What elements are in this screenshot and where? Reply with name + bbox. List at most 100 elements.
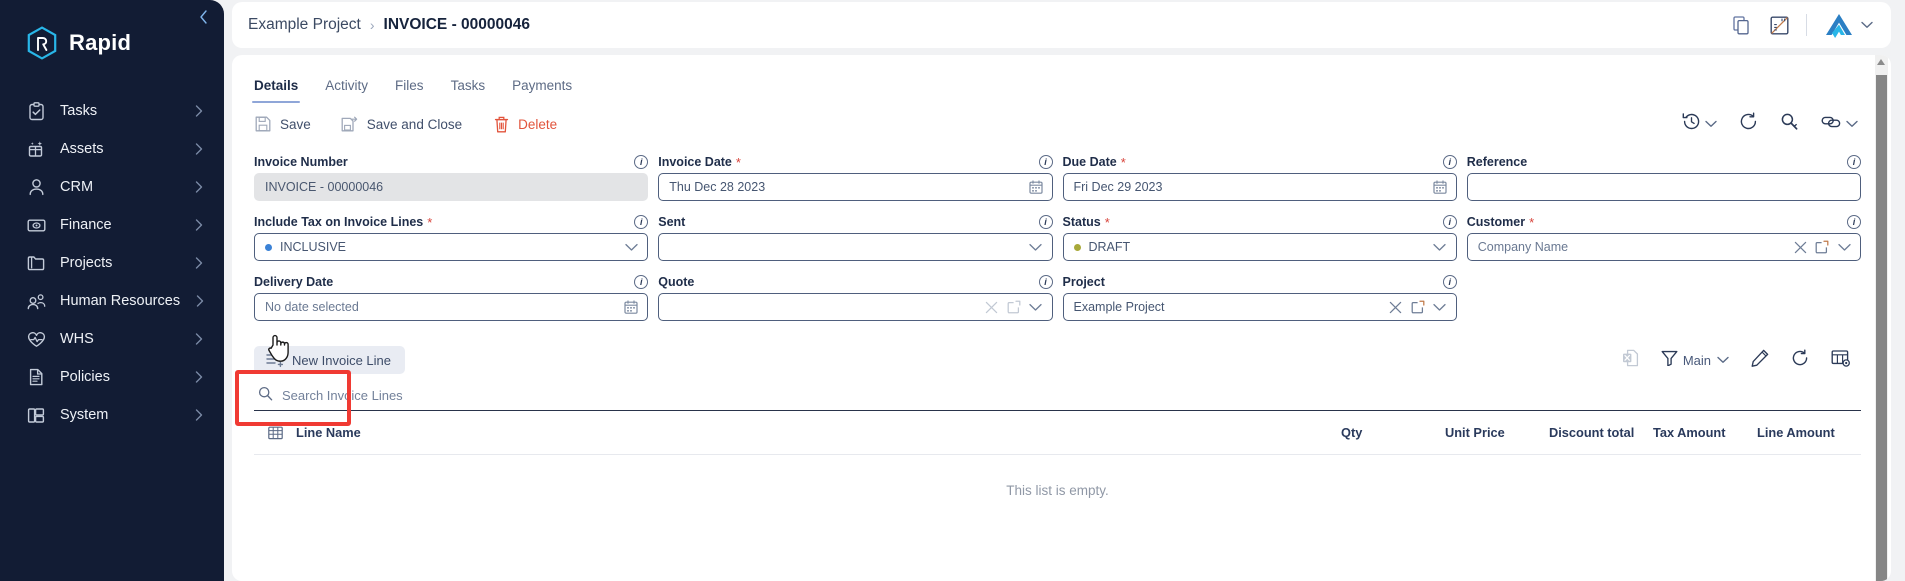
save-and-close-button[interactable]: Save and Close xyxy=(341,115,462,133)
info-icon[interactable]: i xyxy=(1038,275,1053,289)
filter-label: Main xyxy=(1682,352,1711,368)
excel-export-button[interactable] xyxy=(1611,349,1650,372)
column-header-line-name[interactable]: Line Name xyxy=(296,425,1341,440)
key-button[interactable] xyxy=(1769,112,1810,136)
tab-payments[interactable]: Payments xyxy=(512,78,572,103)
edit-button[interactable] xyxy=(1740,349,1780,372)
info-icon[interactable]: i xyxy=(1847,215,1861,229)
info-icon[interactable]: i xyxy=(1442,275,1457,289)
sidebar-item-human-resources[interactable]: Human Resources xyxy=(0,282,224,320)
sent-select[interactable] xyxy=(658,233,1053,261)
sidebar-item-tasks[interactable]: Tasks xyxy=(0,92,224,130)
info-icon[interactable]: i xyxy=(634,275,649,289)
tab-activity[interactable]: Activity xyxy=(325,78,368,103)
chevron-down-icon[interactable] xyxy=(1432,239,1448,255)
open-external-icon[interactable] xyxy=(1814,239,1830,255)
chevron-down-icon[interactable] xyxy=(1028,239,1044,255)
sidebar-item-projects[interactable]: Projects xyxy=(0,244,224,282)
scrollbar-thumb[interactable] xyxy=(1876,75,1887,581)
field-due-date: Due Date * i Fri Dec 29 2023 xyxy=(1062,151,1457,201)
history-button[interactable] xyxy=(1671,112,1728,136)
customer-lookup[interactable]: Company Name xyxy=(1466,233,1861,261)
copy-icon[interactable] xyxy=(1730,14,1752,36)
info-icon[interactable]: i xyxy=(1038,215,1053,229)
delivery-date-input[interactable]: No date selected xyxy=(254,293,649,321)
delete-button[interactable]: Delete xyxy=(492,115,557,133)
chevron-down-icon xyxy=(1845,118,1858,131)
grid-icon[interactable] xyxy=(254,426,296,440)
clear-icon[interactable] xyxy=(1792,239,1808,255)
sidebar-item-system[interactable]: System xyxy=(0,396,224,434)
field-label: Invoice Date xyxy=(658,155,732,169)
reference-input[interactable] xyxy=(1466,173,1861,201)
person-icon xyxy=(26,177,46,197)
info-icon[interactable]: i xyxy=(634,215,649,229)
ruler-pen-icon[interactable] xyxy=(1768,14,1790,36)
sidebar-item-assets[interactable]: Assets xyxy=(0,130,224,168)
search-icon xyxy=(258,386,273,406)
column-header-discount-total[interactable]: Discount total xyxy=(1549,425,1653,440)
calendar-icon[interactable] xyxy=(1028,179,1044,195)
invoice-date-input[interactable]: Thu Dec 28 2023 xyxy=(658,173,1053,201)
chevron-down-icon[interactable] xyxy=(1432,299,1448,315)
avatar[interactable] xyxy=(1823,12,1873,38)
grid-refresh-button[interactable] xyxy=(1780,349,1820,372)
rapid-logo-icon xyxy=(27,26,57,60)
field-label: Project xyxy=(1062,275,1105,289)
info-icon[interactable]: i xyxy=(1038,155,1053,169)
due-date-input[interactable]: Fri Dec 29 2023 xyxy=(1062,173,1457,201)
column-settings-button[interactable] xyxy=(1820,349,1861,372)
breadcrumb-parent[interactable]: Example Project xyxy=(248,16,361,34)
tab-details[interactable]: Details xyxy=(251,78,301,103)
column-header-tax-amount[interactable]: Tax Amount xyxy=(1653,425,1757,440)
vertical-scrollbar[interactable] xyxy=(1875,55,1888,581)
new-invoice-line-button[interactable]: New Invoice Line xyxy=(254,346,405,374)
tab-bar: Details Activity Files Tasks Payments xyxy=(232,65,1891,103)
sidebar-item-finance[interactable]: Finance xyxy=(0,206,224,244)
column-header-unit-price[interactable]: Unit Price xyxy=(1445,425,1549,440)
link-button[interactable] xyxy=(1810,114,1869,135)
scroll-up-arrow-icon[interactable] xyxy=(1877,59,1885,65)
sidebar-item-crm[interactable]: CRM xyxy=(0,168,224,206)
filter-button[interactable]: Main xyxy=(1650,350,1740,371)
quote-lookup[interactable] xyxy=(658,293,1053,321)
field-value: INCLUSIVE xyxy=(280,240,346,254)
main-area: Example Project › INVOICE - 00000046 Det… xyxy=(224,0,1905,581)
calendar-icon[interactable] xyxy=(1432,179,1448,195)
info-icon[interactable]: i xyxy=(1442,155,1457,169)
chevron-down-icon[interactable] xyxy=(623,239,639,255)
chevron-down-icon[interactable] xyxy=(1028,299,1044,315)
breadcrumb-bar: Example Project › INVOICE - 00000046 xyxy=(232,2,1891,48)
column-header-qty[interactable]: Qty xyxy=(1341,425,1445,440)
sidebar-item-label: WHS xyxy=(60,331,94,347)
open-external-icon[interactable] xyxy=(1410,299,1426,315)
column-header-line-amount[interactable]: Line Amount xyxy=(1757,425,1861,440)
info-icon[interactable]: i xyxy=(1847,155,1861,169)
required-marker: * xyxy=(735,154,741,170)
search-input[interactable]: Search Invoice Lines xyxy=(282,388,403,403)
sidebar-item-label: Policies xyxy=(60,369,110,385)
calendar-icon[interactable] xyxy=(623,299,639,315)
brand[interactable]: Rapid xyxy=(0,0,224,60)
edit-pencil-icon xyxy=(1751,349,1769,372)
chevron-right-icon xyxy=(192,142,206,156)
chevron-down-icon[interactable] xyxy=(1836,239,1852,255)
record-toolbar-right xyxy=(1671,112,1869,136)
clear-icon[interactable] xyxy=(1388,299,1404,315)
tab-tasks[interactable]: Tasks xyxy=(451,78,486,103)
excel-export-icon xyxy=(1622,349,1639,372)
brand-name: Rapid xyxy=(69,30,132,55)
info-icon[interactable]: i xyxy=(634,155,649,169)
sidebar-item-whs[interactable]: WHS xyxy=(0,320,224,358)
refresh-button[interactable] xyxy=(1728,112,1769,136)
project-lookup[interactable]: Example Project xyxy=(1062,293,1457,321)
sidebar-item-policies[interactable]: Policies xyxy=(0,358,224,396)
status-select[interactable]: DRAFT xyxy=(1062,233,1457,261)
info-icon[interactable]: i xyxy=(1442,215,1457,229)
grid-empty-message: This list is empty. xyxy=(1006,483,1109,498)
save-button[interactable]: Save xyxy=(254,115,311,133)
tab-files[interactable]: Files xyxy=(395,78,424,103)
include-tax-select[interactable]: INCLUSIVE xyxy=(254,233,649,261)
sidebar-collapse-button[interactable] xyxy=(194,8,212,26)
search-invoice-lines[interactable]: Search Invoice Lines xyxy=(254,381,1861,411)
